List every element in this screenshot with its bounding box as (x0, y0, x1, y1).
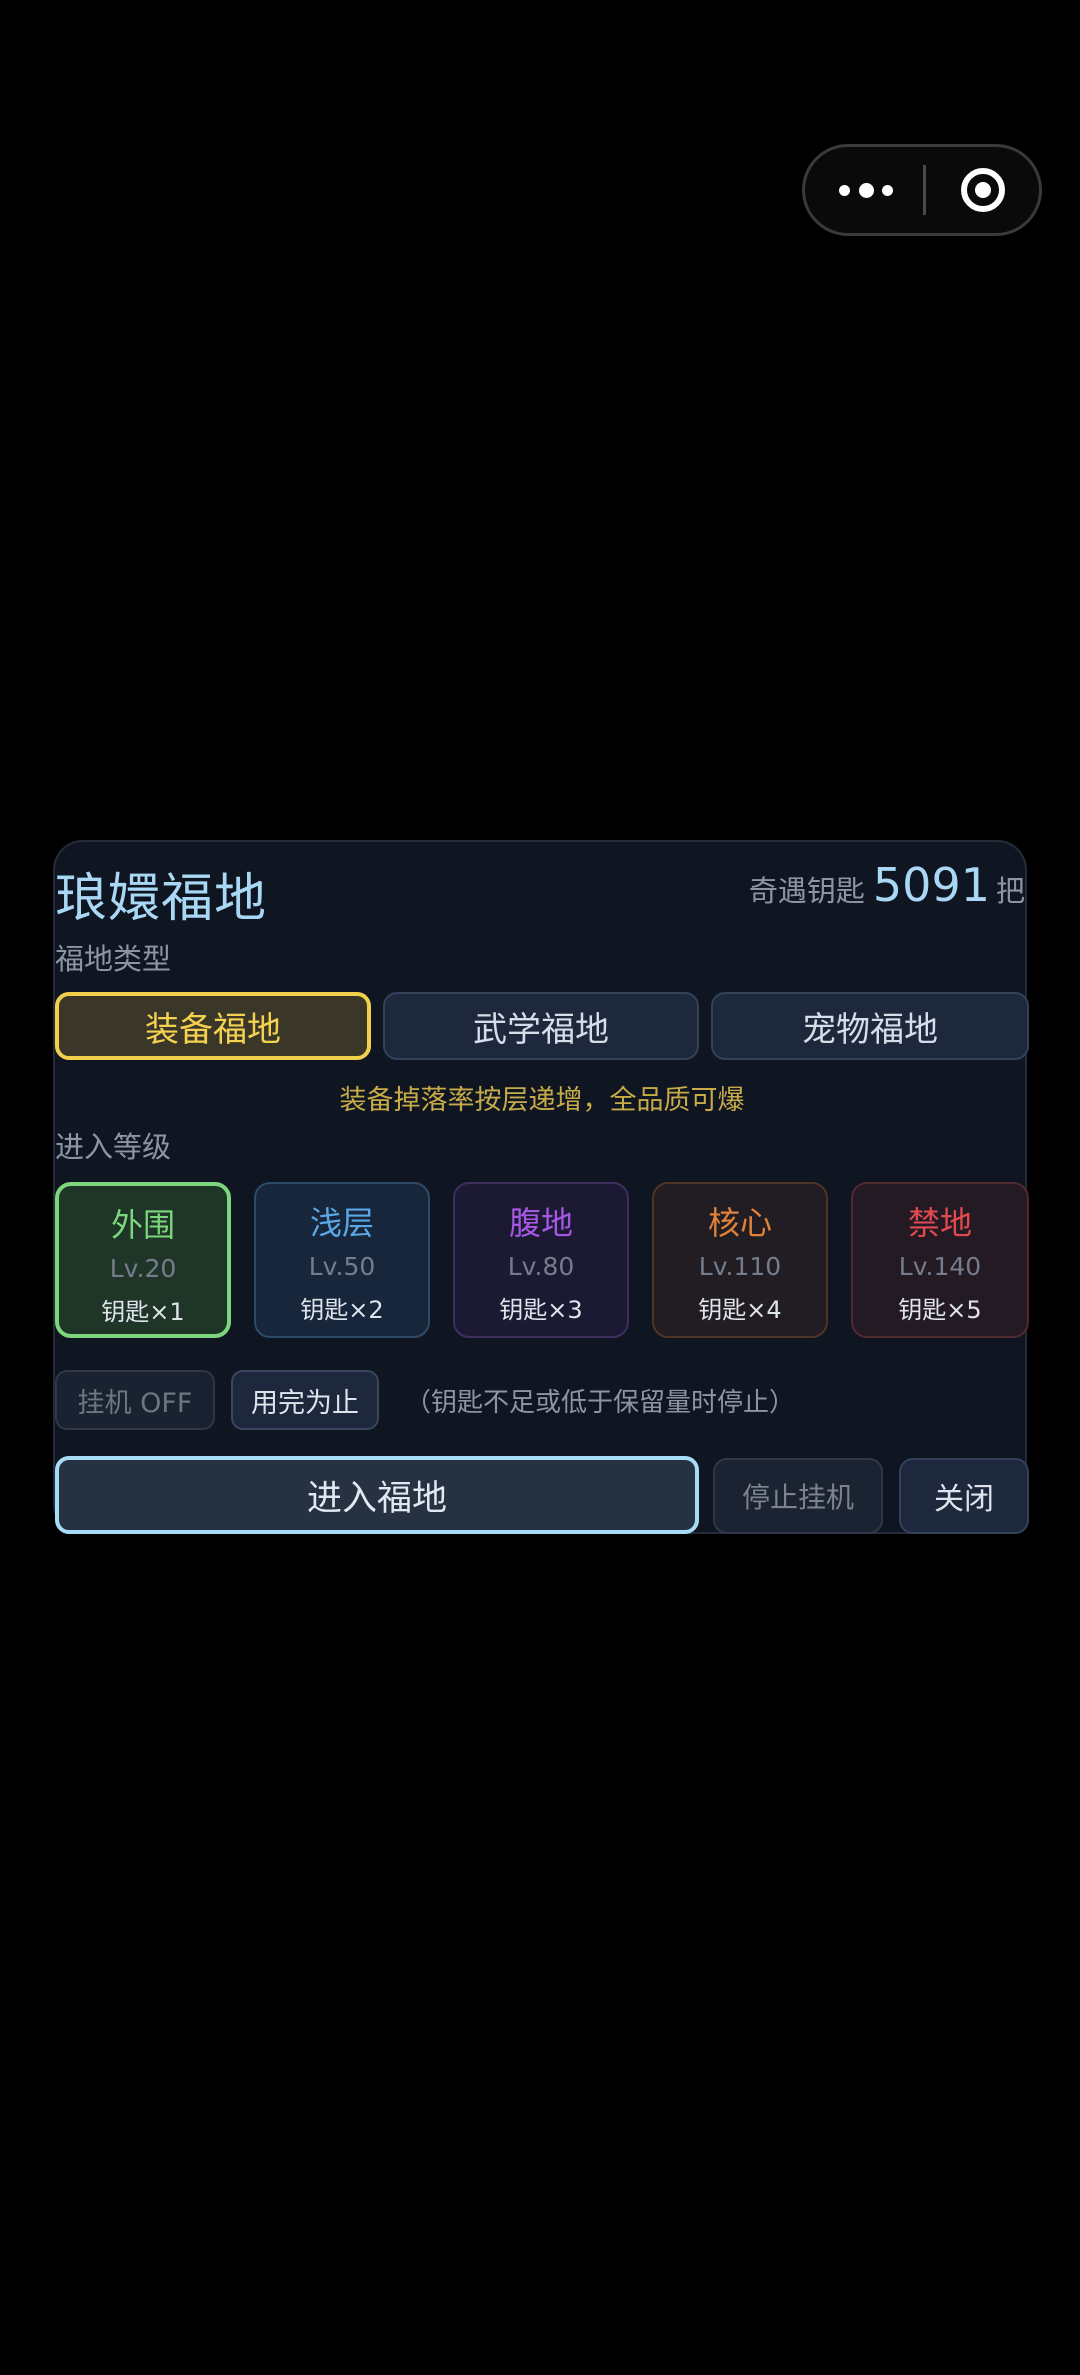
until-empty-button[interactable]: 用完为止 (231, 1370, 379, 1430)
level-lv: Lv.50 (308, 1252, 376, 1281)
fudi-panel: 琅嬛福地 奇遇钥匙 5091 把 福地类型 装备福地 武学福地 宠物福地 装备掉… (53, 840, 1029, 1534)
level-name: 核心 (707, 1204, 772, 1242)
key-unit: 把 (995, 874, 1025, 908)
type-hint: 装备掉落率按层递增，全品质可爆 (339, 1085, 745, 1116)
type-button-martial[interactable]: 武学福地 (383, 992, 699, 1060)
type-button-pet[interactable]: 宠物福地 (711, 992, 1029, 1060)
level-lv: Lv.80 (507, 1252, 575, 1281)
level-cost: 钥匙×3 (499, 1296, 583, 1324)
key-counter: 奇遇钥匙 5091 把 (749, 858, 1025, 912)
key-count: 5091 (872, 858, 990, 912)
level-card-core[interactable]: 核心 Lv.110 钥匙×4 (652, 1182, 828, 1338)
type-button-equipment[interactable]: 装备福地 (55, 992, 371, 1060)
mini-program-capsule (802, 144, 1042, 236)
stop-condition-note: （钥匙不足或低于保留量时停止） (405, 1388, 796, 1418)
target-icon[interactable] (961, 168, 1005, 212)
level-cost: 钥匙×4 (698, 1296, 782, 1324)
level-cost: 钥匙×5 (898, 1296, 982, 1324)
level-name: 腹地 (508, 1204, 573, 1242)
more-dots-icon[interactable] (839, 147, 893, 233)
level-name: 浅层 (309, 1204, 374, 1242)
level-card-shallow[interactable]: 浅层 Lv.50 钥匙×2 (254, 1182, 430, 1338)
key-label: 奇遇钥匙 (748, 874, 865, 908)
level-lv: Lv.110 (698, 1252, 782, 1281)
level-name: 禁地 (907, 1204, 972, 1242)
level-section-label: 进入等级 (55, 1130, 172, 1164)
page-title: 琅嬛福地 (55, 869, 268, 929)
level-card-forbidden[interactable]: 禁地 Lv.140 钥匙×5 (851, 1182, 1029, 1338)
close-button[interactable]: 关闭 (899, 1458, 1029, 1534)
level-lv: Lv.140 (898, 1252, 982, 1281)
level-name: 外围 (110, 1206, 175, 1244)
level-card-outer[interactable]: 外围 Lv.20 钥匙×1 (55, 1182, 231, 1338)
capsule-divider (923, 165, 926, 215)
level-lv: Lv.20 (109, 1254, 177, 1283)
level-card-hinterland[interactable]: 腹地 Lv.80 钥匙×3 (453, 1182, 629, 1338)
level-cost: 钥匙×1 (101, 1298, 185, 1326)
level-cost: 钥匙×2 (300, 1296, 384, 1324)
enter-fudi-button[interactable]: 进入福地 (55, 1456, 699, 1534)
stop-auto-button[interactable]: 停止挂机 (713, 1458, 883, 1534)
auto-toggle-button[interactable]: 挂机 OFF (55, 1370, 215, 1430)
type-section-label: 福地类型 (55, 942, 172, 976)
